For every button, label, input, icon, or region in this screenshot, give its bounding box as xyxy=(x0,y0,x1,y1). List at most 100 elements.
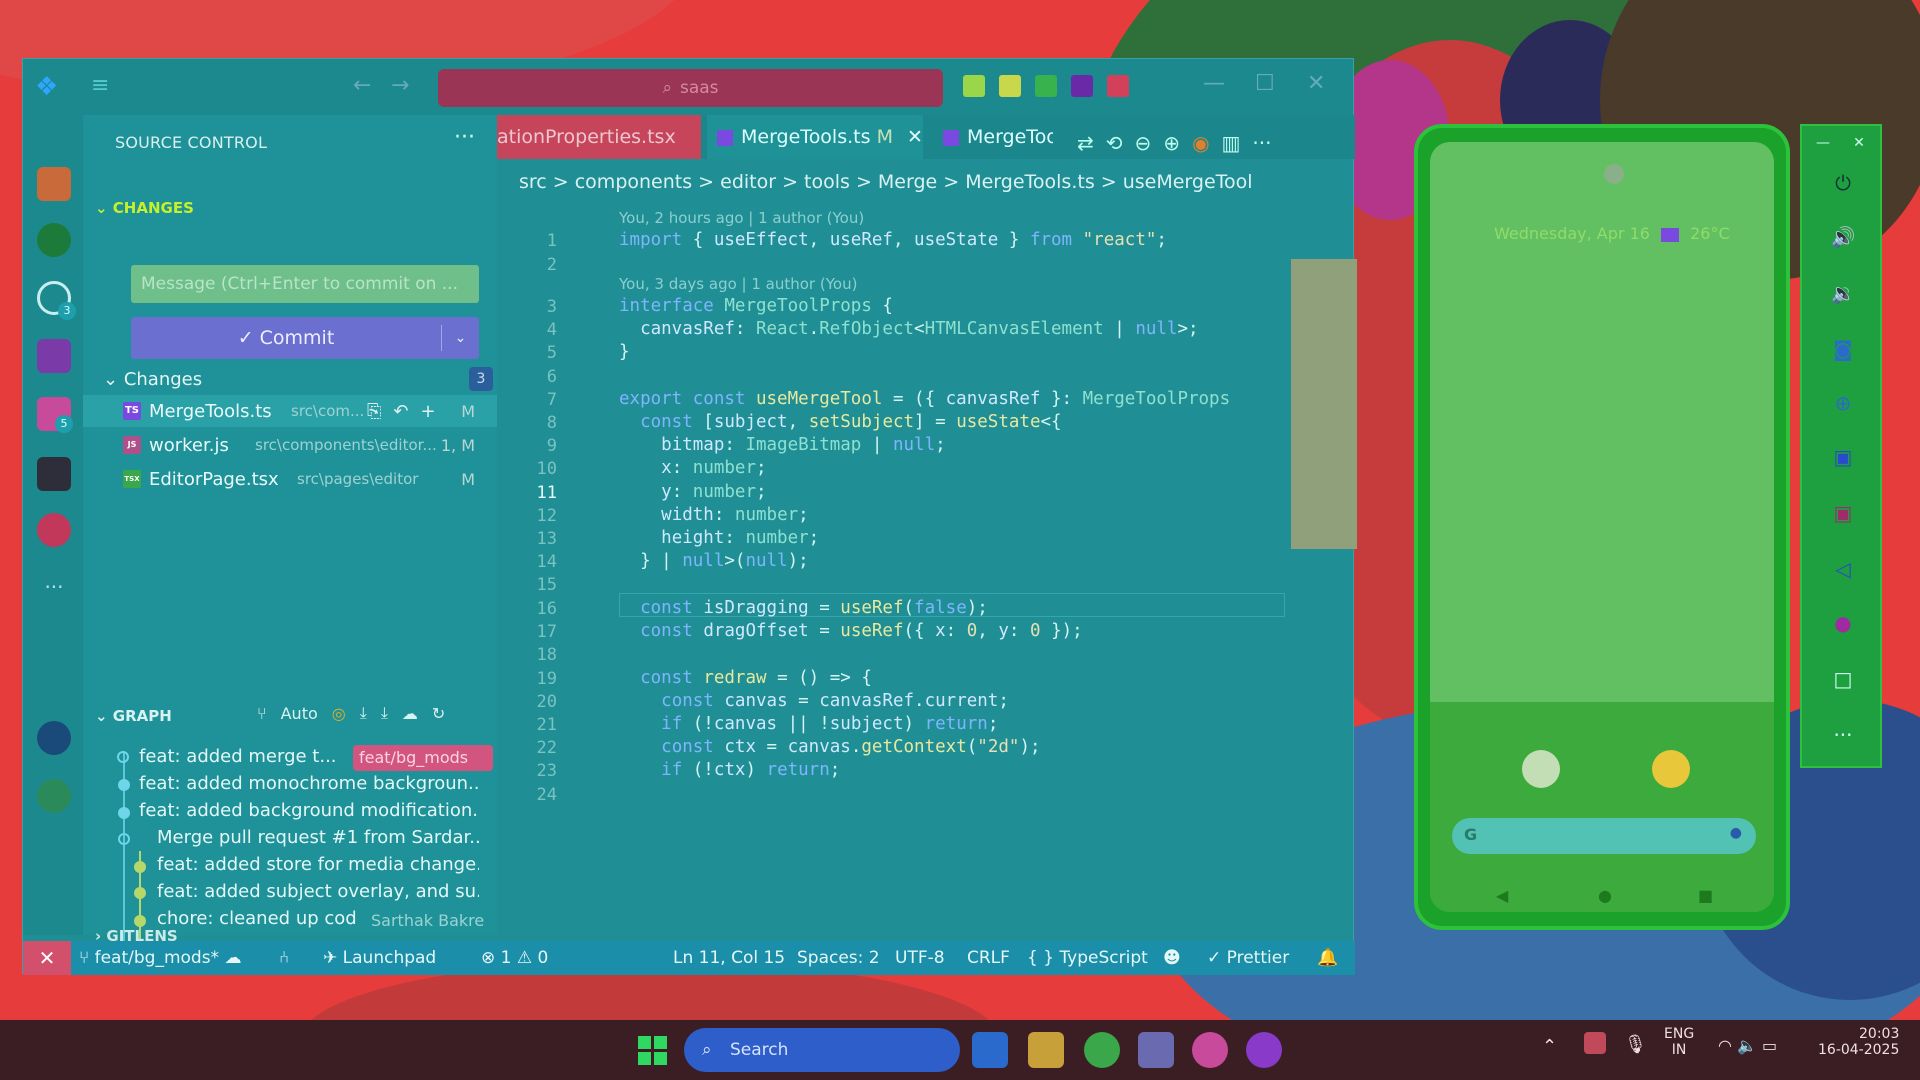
phone-screen[interactable]: Wednesday, Apr 16 26°C G ● ◀ ● ■ xyxy=(1430,142,1774,912)
auto-toggle[interactable]: Auto xyxy=(281,704,318,723)
tab-mergetools[interactable]: MergeTools.ts M ✕ xyxy=(707,115,923,159)
graph-commit[interactable]: feat: added store for media change... xyxy=(157,854,479,875)
encoding[interactable]: UTF-8 xyxy=(895,948,945,968)
search-icon[interactable] xyxy=(37,223,71,257)
explorer-icon[interactable] xyxy=(37,167,71,201)
more-options-icon[interactable]: ··· xyxy=(1830,722,1856,748)
mic-icon[interactable]: ● xyxy=(1730,825,1742,841)
language-mode[interactable]: { } TypeScript xyxy=(1027,948,1148,968)
google-search-bar[interactable]: G ● xyxy=(1452,818,1756,854)
notifications-bell-icon[interactable]: 🔔 xyxy=(1317,948,1338,968)
power-icon[interactable]: ⏻ xyxy=(1830,170,1856,196)
extensions-icon[interactable]: 5 xyxy=(37,397,73,433)
account-icon[interactable] xyxy=(37,721,71,755)
settings-gear-icon[interactable] xyxy=(37,779,71,813)
code-editor[interactable]: You, 2 hours ago | 1 author (You) 1 impo… xyxy=(497,203,1285,935)
copilot-status-icon[interactable]: ☻ xyxy=(1163,948,1181,968)
graph-commit[interactable]: feat: added monochrome backgroun... xyxy=(139,773,479,794)
problems-indicator[interactable]: ⊗ 1 ⚠ 0 xyxy=(481,948,548,968)
recents-nav-icon[interactable]: ■ xyxy=(1698,886,1713,905)
minimize-icon[interactable]: — xyxy=(1810,130,1836,156)
back-arrow-icon[interactable]: ← xyxy=(353,73,371,98)
graph-commit[interactable]: feat: added merge t... xyxy=(139,746,345,767)
toggle-primary-sidebar-icon[interactable] xyxy=(1035,75,1057,97)
screenshot-icon[interactable]: ◙ xyxy=(1830,336,1856,362)
overview-icon[interactable]: □ xyxy=(1830,666,1856,692)
home-nav-icon[interactable]: ● xyxy=(1598,886,1612,905)
clock[interactable]: 20:03 16-04-2025 xyxy=(1818,1026,1899,1058)
wifi-icon[interactable]: ◠ 🔈 ▭ xyxy=(1718,1036,1777,1055)
close-icon[interactable]: ✕ xyxy=(1846,130,1872,156)
remote-explorer-icon[interactable] xyxy=(37,457,71,491)
close-icon[interactable]: ✕ xyxy=(1307,71,1325,96)
more-actions-icon[interactable]: ··· xyxy=(1252,131,1271,155)
pull-icon[interactable]: ⤓ xyxy=(381,703,388,723)
run-debug-icon[interactable] xyxy=(37,339,71,373)
notes-taskbar-icon[interactable] xyxy=(1246,1032,1282,1068)
fetch-icon[interactable]: ⤓ xyxy=(360,703,367,723)
timeline-icon[interactable]: ⟲ xyxy=(1106,131,1123,155)
more-actions-icon[interactable]: ··· xyxy=(454,125,475,150)
copilot-icon[interactable] xyxy=(963,75,985,97)
chrome-app-icon[interactable] xyxy=(1652,750,1690,788)
close-tab-icon[interactable]: ✕ xyxy=(907,126,923,148)
forward-arrow-icon[interactable]: → xyxy=(391,73,409,98)
command-center-search[interactable]: ⌕ saas xyxy=(438,69,943,107)
breadcrumb[interactable]: src > components > editor > tools > Merg… xyxy=(519,171,1253,193)
discard-changes-icon[interactable]: ↶ xyxy=(393,401,408,422)
indentation[interactable]: Spaces: 2 xyxy=(797,948,880,968)
graph-commit[interactable]: feat: added background modification... xyxy=(139,800,479,821)
toggle-secondary-sidebar-icon[interactable] xyxy=(1107,75,1129,97)
volume-down-icon[interactable]: 🔉 xyxy=(1830,280,1856,306)
rotate-left-icon[interactable]: ▣ xyxy=(1830,444,1856,470)
changes-group-header[interactable]: ⌄ Changes xyxy=(103,369,202,390)
split-editor-icon[interactable]: ▥ xyxy=(1222,131,1241,155)
layout-icon[interactable] xyxy=(999,75,1021,97)
changes-section-header[interactable]: ⌄ CHANGES xyxy=(95,199,194,217)
microphone-icon[interactable]: 🎙 xyxy=(1624,1034,1647,1055)
volume-up-icon[interactable]: 🔊 xyxy=(1830,224,1856,250)
minimap[interactable] xyxy=(1291,259,1357,549)
menu-icon[interactable]: ≡ xyxy=(91,75,117,97)
previous-change-icon[interactable]: ⊖ xyxy=(1135,131,1152,155)
rotate-right-icon[interactable]: ▣ xyxy=(1830,500,1856,526)
branch-icon[interactable]: ⑂ xyxy=(257,704,267,723)
remote-icon[interactable]: ✕ xyxy=(23,941,71,975)
source-control-icon[interactable]: 3 xyxy=(37,281,76,320)
changed-file-row[interactable]: TS MergeTools.ts src\com... ⎘ ↶ + M xyxy=(83,395,497,427)
back-nav-icon[interactable]: ◀ xyxy=(1496,886,1508,905)
graph-icon[interactable]: ⑃ xyxy=(279,948,289,968)
tab-mergetool-preview[interactable]: MergeToo xyxy=(933,115,1053,159)
branch-tag[interactable]: feat/bg_mods xyxy=(353,745,493,771)
graph-settings-icon[interactable]: ◎ xyxy=(332,704,346,723)
taskbar-search[interactable]: ⌕ Search xyxy=(684,1028,960,1072)
maximize-icon[interactable]: ☐ xyxy=(1255,71,1275,96)
tab-properties[interactable]: ationProperties.tsx xyxy=(497,115,701,159)
gitlens-blame-icon[interactable]: ◉ xyxy=(1192,131,1209,155)
zoom-icon[interactable]: ⊕ xyxy=(1830,390,1856,416)
branch-status[interactable]: ⑂ feat/bg_mods* ☁ xyxy=(79,948,241,968)
messages-app-icon[interactable] xyxy=(1522,750,1560,788)
chrome-taskbar-icon[interactable] xyxy=(1084,1032,1120,1068)
prettier-status[interactable]: ✓ Prettier xyxy=(1207,948,1289,968)
more-icon[interactable]: ··· xyxy=(37,575,71,609)
toggle-panel-icon[interactable] xyxy=(1071,75,1093,97)
push-icon[interactable]: ☁ xyxy=(402,704,418,723)
changed-file-row[interactable]: JS worker.js src\components\editor... 1,… xyxy=(83,429,497,461)
back-icon[interactable]: ◁ xyxy=(1830,556,1856,582)
sync-icon[interactable]: ☁ xyxy=(224,948,241,968)
emulator-taskbar-icon[interactable] xyxy=(1138,1032,1174,1068)
cursor-position[interactable]: Ln 11, Col 15 xyxy=(673,948,785,968)
commit-button[interactable]: ✓ Commit ⌄ xyxy=(131,317,479,359)
compare-changes-icon[interactable]: ⇄ xyxy=(1077,131,1094,155)
show-hidden-icons[interactable]: ⌃ xyxy=(1542,1036,1557,1057)
commit-message-input[interactable]: Message (Ctrl+Enter to commit on ... xyxy=(131,265,479,303)
start-button[interactable] xyxy=(638,1036,668,1066)
app-taskbar-icon[interactable] xyxy=(1192,1032,1228,1068)
stage-changes-icon[interactable]: + xyxy=(421,401,436,422)
chevron-down-icon[interactable]: ⌄ xyxy=(441,325,479,351)
launchpad-button[interactable]: ✈ Launchpad xyxy=(323,948,436,968)
changed-file-row[interactable]: TSX EditorPage.tsx src\pages\editor M xyxy=(83,463,497,495)
tray-app-icon[interactable] xyxy=(1584,1032,1606,1054)
line-ending[interactable]: CRLF xyxy=(967,948,1010,968)
